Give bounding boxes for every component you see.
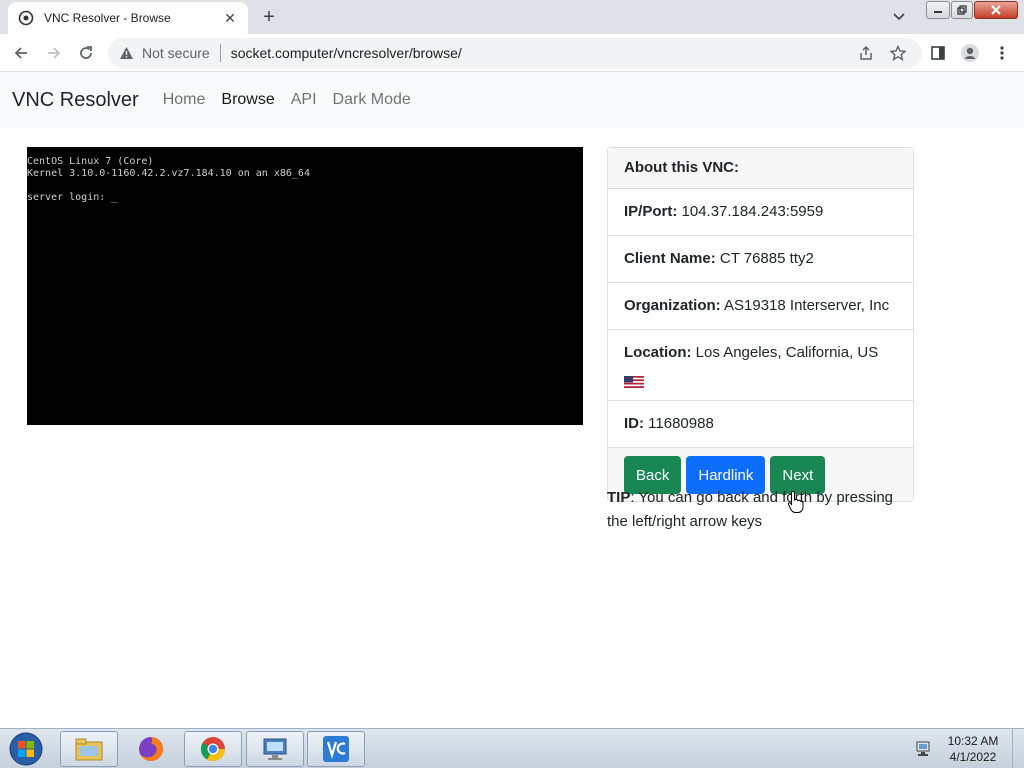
terminal-line: Kernel 3.10.0-1160.42.2.vz7.184.10 on an… xyxy=(27,168,310,179)
vnc-viewer-taskbar-icon[interactable] xyxy=(307,731,365,767)
terminal-line: server login: _ xyxy=(27,192,118,203)
system-clock[interactable]: 10:32 AM 4/1/2022 xyxy=(944,733,1002,765)
site-navbar: VNC Resolver Home Browse API Dark Mode xyxy=(0,72,1024,128)
restore-window-button[interactable] xyxy=(951,1,973,19)
network-tray-icon[interactable] xyxy=(914,741,932,757)
start-button-icon[interactable] xyxy=(4,731,48,767)
firefox-taskbar-icon[interactable] xyxy=(122,731,180,767)
tip-body: : You can go back and forth by pressing … xyxy=(607,489,894,530)
card-header: About this VNC: xyxy=(608,148,913,189)
address-bar[interactable]: Not secure socket.computer/vncresolver/b… xyxy=(108,38,922,68)
nav-link-api[interactable]: API xyxy=(291,91,317,109)
tip-text: TIP: You can go back and forth by pressi… xyxy=(607,486,917,534)
side-panel-icon[interactable] xyxy=(928,43,948,63)
show-desktop-button[interactable] xyxy=(1012,729,1024,768)
bookmark-star-icon[interactable] xyxy=(888,43,908,63)
tab-title: VNC Resolver - Browse xyxy=(44,11,171,25)
windows-taskbar: 10:32 AM 4/1/2022 xyxy=(0,728,1024,768)
nav-link-browse[interactable]: Browse xyxy=(221,91,274,109)
share-icon[interactable] xyxy=(856,43,876,63)
tab-search-chevron-icon[interactable] xyxy=(890,8,908,26)
remote-desktop-taskbar-icon[interactable] xyxy=(246,731,304,767)
clock-time: 10:32 AM xyxy=(947,734,999,748)
minimize-window-button[interactable] xyxy=(926,1,950,19)
ip-port-value: 104.37.184.243:5959 xyxy=(681,203,824,220)
client-name-value: CT 76885 tty2 xyxy=(719,250,814,267)
chrome-taskbar-icon[interactable] xyxy=(184,731,242,767)
location-row: Location: Los Angeles, California, US xyxy=(608,330,913,401)
site-brand[interactable]: VNC Resolver xyxy=(12,89,139,112)
location-label: Location: xyxy=(624,344,692,361)
warning-triangle-icon[interactable] xyxy=(118,45,134,61)
nav-link-home[interactable]: Home xyxy=(163,91,206,109)
url-text[interactable]: socket.computer/vncresolver/browse/ xyxy=(231,45,462,61)
organization-row: Organization: AS19318 Interserver, Inc xyxy=(608,283,913,330)
id-row: ID: 11680988 xyxy=(608,401,913,448)
ip-port-label: IP/Port: xyxy=(624,203,678,220)
vnc-screenshot: CentOS Linux 7 (Core) Kernel 3.10.0-1160… xyxy=(27,147,583,425)
organization-value: AS19318 Interserver, Inc xyxy=(724,297,890,314)
clock-date: 4/1/2022 xyxy=(949,750,997,764)
browser-tab-strip: VNC Resolver - Browse ✕ + xyxy=(0,0,1024,34)
ip-port-row: IP/Port: 104.37.184.243:5959 xyxy=(608,189,913,236)
id-value: 11680988 xyxy=(648,415,714,432)
browser-tab[interactable]: VNC Resolver - Browse ✕ xyxy=(8,2,248,34)
file-explorer-taskbar-icon[interactable] xyxy=(60,731,118,767)
client-name-row: Client Name: CT 76885 tty2 xyxy=(608,236,913,283)
close-tab-icon[interactable]: ✕ xyxy=(222,10,238,26)
forward-arrow-icon[interactable] xyxy=(42,41,66,65)
id-label: ID: xyxy=(624,415,644,432)
close-window-button[interactable] xyxy=(974,1,1018,19)
tip-label: TIP xyxy=(607,489,631,506)
nav-link-dark-mode[interactable]: Dark Mode xyxy=(333,91,411,109)
back-arrow-icon[interactable] xyxy=(9,41,33,65)
hand-cursor-icon xyxy=(787,490,805,514)
profile-avatar-icon[interactable] xyxy=(960,43,980,63)
browser-toolbar: Not secure socket.computer/vncresolver/b… xyxy=(0,34,1024,72)
browser-menu-icon[interactable] xyxy=(992,43,1012,63)
client-name-label: Client Name: xyxy=(624,250,716,267)
vnc-info-card: About this VNC: IP/Port: 104.37.184.243:… xyxy=(607,147,914,502)
not-secure-label[interactable]: Not secure xyxy=(142,45,210,61)
reload-icon[interactable] xyxy=(74,41,98,65)
organization-label: Organization: xyxy=(624,297,721,314)
location-value: Los Angeles, California, US xyxy=(695,344,879,361)
address-separator xyxy=(219,44,221,62)
site-favicon-icon xyxy=(18,10,34,26)
new-tab-button[interactable]: + xyxy=(258,6,280,28)
terminal-line: CentOS Linux 7 (Core) xyxy=(27,156,154,167)
us-flag-icon xyxy=(624,372,644,389)
